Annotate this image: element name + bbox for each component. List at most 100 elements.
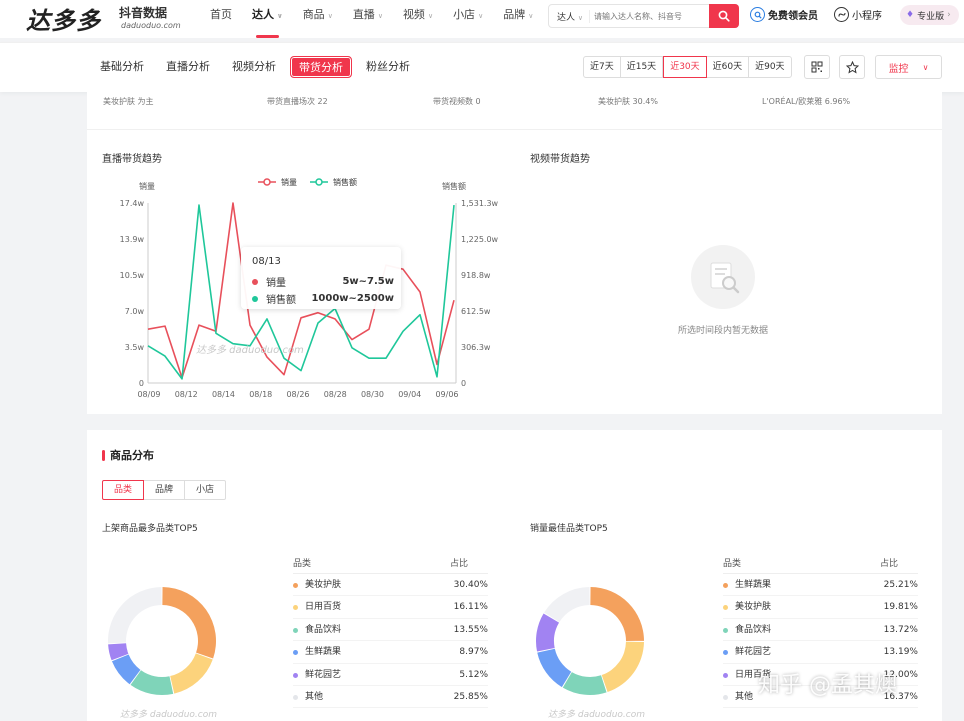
- category-name: 其他: [293, 686, 428, 707]
- tooltip-dot: [252, 295, 258, 302]
- free-vip-link[interactable]: 免费领会员: [750, 7, 818, 22]
- diamond-icon: ♦: [906, 10, 915, 20]
- tooltip-row-revenue: 销售额 1000w~2500w: [252, 291, 394, 306]
- empty-data-icon: [691, 245, 755, 309]
- nav-item-label: 首页: [210, 8, 232, 21]
- mini-program-link[interactable]: 小程序: [834, 7, 882, 22]
- category-name: 美妆护肤: [723, 596, 858, 617]
- legend-marker: [723, 627, 728, 633]
- category-share: 25.85%: [453, 691, 488, 702]
- category-share: 19.81%: [883, 602, 918, 613]
- star-icon: [845, 60, 859, 74]
- watermark: 达多多 daduoduo.com: [120, 710, 218, 720]
- category-label: 其他: [735, 691, 754, 702]
- category-label: 日用百货: [305, 602, 342, 613]
- chart-watermark: 达多多 daduoduo.com: [196, 345, 304, 356]
- analysis-tab-0[interactable]: 基础分析: [92, 56, 152, 78]
- mini-program-icon: [834, 7, 849, 22]
- grid-view-button[interactable]: [804, 55, 830, 79]
- nav-item-5[interactable]: 小店 ∨: [443, 0, 493, 38]
- analysis-subnav: 基础分析 直播分析 视频分析 带货分析 粉丝分析 近7天 近15天 近30天 近60天 近90天…: [0, 42, 964, 92]
- nav-item-2[interactable]: 商品 ∨: [293, 0, 343, 38]
- search-box: 达人 ∨: [548, 4, 739, 28]
- category-share: 13.55%: [453, 624, 488, 635]
- category-label: 鲜花园艺: [735, 647, 772, 658]
- table-row: 其他 25.85%: [293, 686, 488, 709]
- watermark: 达多多 daduoduo.com: [548, 710, 646, 720]
- table-row: 美妆护肤 19.81%: [723, 596, 918, 619]
- logo-cn: 抖音数据: [119, 6, 168, 20]
- nav-item-label: 商品: [302, 8, 325, 21]
- category-label: 食品饮料: [305, 624, 342, 635]
- category-share: 13.19%: [883, 647, 918, 658]
- range-option-1[interactable]: 近15天: [621, 57, 664, 77]
- chevron-down-icon: ∨: [427, 12, 434, 20]
- summary-stats: 美妆护肤 为主 带货直播场次 22 带货视频数 0 美妆护肤 30.4% L'O…: [87, 92, 942, 130]
- col-category: 品类: [723, 559, 742, 569]
- table-row: 生鲜蔬果 8.97%: [293, 641, 488, 664]
- legend-marker: [723, 672, 728, 678]
- table-header: 品类 占比: [293, 554, 488, 574]
- tooltip-date: 08/13: [252, 256, 281, 267]
- nav-item-3[interactable]: 直播 ∨: [343, 0, 393, 38]
- category-share: 25.21%: [883, 580, 918, 590]
- range-option-3[interactable]: 近60天: [707, 57, 750, 77]
- search-input[interactable]: [590, 11, 709, 21]
- legend-marker: [723, 583, 728, 588]
- tooltip-row-sales: 销量 5w~7.5w: [252, 274, 394, 289]
- table-row: 美妆护肤 30.40%: [293, 574, 488, 597]
- monitor-button[interactable]: 监控 ∨: [875, 55, 942, 79]
- nav-item-1[interactable]: 达人 ∨: [242, 0, 293, 38]
- range-option-0[interactable]: 近7天: [584, 57, 621, 77]
- analysis-tab-3[interactable]: 带货分析: [290, 56, 352, 78]
- legend-marker: [293, 605, 298, 611]
- tooltip-dot: [252, 278, 258, 285]
- chevron-down-icon: ∨: [478, 12, 484, 20]
- chevron-right-icon: ›: [947, 10, 951, 20]
- search-type-select[interactable]: 达人 ∨: [549, 9, 591, 23]
- left-subtitle: 上架商品最多品类TOP5: [102, 524, 198, 534]
- analysis-tab-2[interactable]: 视频分析: [224, 56, 284, 78]
- grid-icon: [811, 61, 823, 73]
- legend-marker: [293, 650, 298, 656]
- category-name: 生鲜蔬果: [293, 641, 428, 662]
- category-label: 鲜花园艺: [305, 669, 342, 680]
- goods-tab-1[interactable]: 品牌: [143, 480, 186, 500]
- table-row: 食品饮料 13.72%: [723, 619, 918, 642]
- nav-item-label: 直播: [352, 8, 375, 21]
- nav-item-6[interactable]: 品牌 ∨: [493, 0, 543, 38]
- stat-main-category: 美妆护肤 为主: [103, 97, 154, 106]
- logo[interactable]: 达多多 抖音数据 daduoduo.com: [26, 1, 181, 36]
- main-menu: 首页 达人 ∨ 商品 ∨ 直播 ∨ 视频 ∨ 小店 ∨ 品牌 ∨: [200, 0, 543, 38]
- left-category-table: 品类 占比 美妆护肤 30.40% 日用百货 16.11% 食品饮料 13.55% 生鲜蔬果 8.…: [293, 554, 488, 709]
- overlay-watermark: 知乎 @孟其燠: [758, 673, 897, 698]
- legend-marker: [723, 650, 728, 656]
- analysis-tab-4[interactable]: 粉丝分析: [358, 56, 418, 78]
- favorite-button[interactable]: [839, 55, 865, 79]
- range-option-4[interactable]: 近90天: [749, 57, 790, 77]
- chart-tooltip: 08/13 销量 5w~7.5w 销售额 1000w~2500w: [241, 247, 401, 309]
- analysis-tab-1[interactable]: 直播分析: [158, 56, 218, 78]
- category-name: 食品饮料: [293, 619, 428, 640]
- empty-text: 所选时间段内暂无数据: [677, 326, 768, 336]
- range-option-2[interactable]: 近30天: [663, 56, 707, 78]
- table-row: 鲜花园艺 13.19%: [723, 641, 918, 664]
- goods-tab-0[interactable]: 品类: [102, 480, 145, 500]
- category-label: 生鲜蔬果: [735, 580, 772, 590]
- col-share: 占比: [449, 559, 468, 569]
- category-label: 美妆护肤: [735, 602, 772, 613]
- search-button[interactable]: [709, 4, 739, 28]
- legend-marker: [293, 694, 298, 700]
- legend-marker: [293, 627, 298, 633]
- right-subtitle: 销量最佳品类TOP5: [530, 524, 608, 534]
- category-name: 食品饮料: [723, 619, 858, 640]
- nav-item-4[interactable]: 视频 ∨: [393, 0, 443, 38]
- nav-item-label: 小店: [453, 8, 476, 21]
- goods-tabs: 品类 品牌 小店: [102, 480, 227, 500]
- legend-marker: [723, 694, 728, 700]
- nav-item-0[interactable]: 首页: [200, 0, 242, 38]
- category-name: 鲜花园艺: [293, 664, 428, 685]
- category-share: 8.97%: [459, 647, 488, 658]
- goods-tab-2[interactable]: 小店: [184, 480, 227, 500]
- pro-version-button[interactable]: ♦ 专业版 ›: [900, 5, 959, 25]
